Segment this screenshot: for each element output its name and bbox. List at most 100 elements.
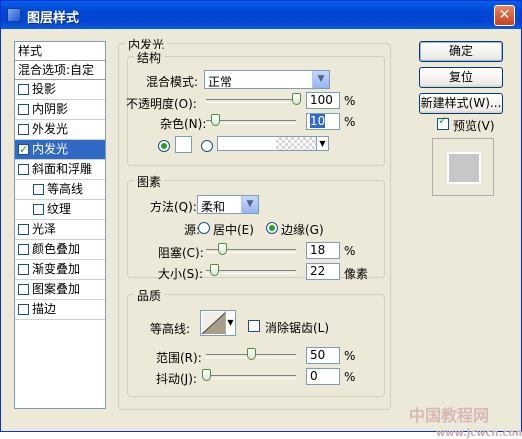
blending-options-item[interactable]: 混合选项:自定 — [15, 61, 105, 80]
style-item[interactable]: 投影 — [15, 80, 105, 100]
style-item[interactable]: 渐变叠加 — [15, 260, 105, 280]
size-slider[interactable] — [206, 264, 296, 278]
jitter-slider[interactable] — [202, 369, 296, 383]
style-item[interactable]: 内阴影 — [15, 100, 105, 120]
app-icon — [7, 8, 21, 22]
style-item[interactable]: 内发光 — [15, 140, 105, 160]
gradient-radio[interactable] — [201, 140, 213, 152]
style-item[interactable]: 等高线 — [15, 180, 105, 200]
range-unit: % — [344, 349, 356, 363]
range-label: 范围(R): — [156, 351, 202, 365]
style-item[interactable]: 图案叠加 — [15, 280, 105, 300]
size-slider-thumb[interactable] — [210, 264, 220, 276]
new-style-button[interactable]: 新建样式(W)... — [419, 93, 503, 114]
style-checkbox[interactable] — [18, 104, 29, 115]
jitter-unit: % — [344, 370, 356, 384]
noise-input[interactable]: 10 — [306, 113, 340, 130]
ok-button[interactable]: 确定 — [419, 41, 503, 62]
noise-label: 杂色(N): — [160, 117, 207, 131]
method-select[interactable]: 柔和 ▼ — [197, 195, 259, 214]
style-item[interactable]: 光泽 — [15, 220, 105, 240]
style-item[interactable]: 颜色叠加 — [15, 240, 105, 260]
choke-input[interactable]: 18 — [306, 242, 340, 259]
style-checkbox[interactable] — [18, 244, 29, 255]
preview-swatch — [447, 152, 481, 184]
choke-unit: % — [344, 244, 356, 258]
style-checkbox[interactable] — [18, 224, 29, 235]
range-slider[interactable] — [206, 348, 296, 362]
style-checkbox[interactable] — [18, 140, 29, 159]
styles-header[interactable]: 样式 — [15, 42, 105, 61]
chevron-down-icon[interactable]: ▼ — [316, 137, 328, 150]
anti-alias-checkbox[interactable] — [248, 320, 260, 332]
chevron-down-icon: ▼ — [241, 196, 258, 213]
opacity-input[interactable]: 100 — [306, 92, 340, 109]
source-center-radio[interactable] — [198, 222, 210, 234]
style-checkbox[interactable] — [18, 124, 29, 135]
blend-mode-label: 混合模式: — [146, 75, 199, 89]
source-edge-label[interactable]: 边缘(G) — [281, 221, 324, 238]
styles-list: 样式 混合选项:自定 投影内阴影外发光内发光斜面和浮雕等高线纹理光泽颜色叠加渐变… — [14, 41, 106, 409]
structure-title: 结构 — [134, 49, 165, 66]
style-checkbox[interactable] — [18, 84, 29, 95]
style-preview — [432, 138, 494, 196]
style-item[interactable]: 斜面和浮雕 — [15, 160, 105, 180]
size-input[interactable]: 22 — [306, 263, 340, 280]
style-checkbox[interactable] — [33, 184, 44, 195]
preview-label[interactable]: 预览(V) — [453, 117, 495, 134]
size-label: 大小(S): — [158, 267, 204, 281]
choke-label: 阻塞(C): — [158, 246, 204, 260]
glow-color-swatch[interactable] — [175, 136, 192, 153]
preview-checkbox[interactable] — [437, 114, 449, 130]
gradient-picker[interactable]: ▼ — [217, 136, 329, 151]
style-checkbox[interactable] — [18, 264, 29, 275]
range-slider-thumb[interactable] — [247, 348, 256, 360]
style-item-label: 渐变叠加 — [32, 262, 81, 276]
choke-slider-thumb[interactable] — [218, 243, 228, 255]
close-button[interactable]: ✕ — [494, 5, 515, 26]
source-center-label[interactable]: 居中(E) — [213, 221, 254, 238]
contour-picker[interactable]: ▼ — [200, 310, 236, 336]
blend-mode-select[interactable]: 正常 ▼ — [204, 70, 330, 89]
style-item-label: 图案叠加 — [32, 282, 81, 296]
style-checkbox[interactable] — [18, 284, 29, 295]
style-item-label: 颜色叠加 — [32, 242, 81, 256]
range-input[interactable]: 50 — [306, 347, 340, 364]
anti-alias-label[interactable]: 消除锯齿(L) — [265, 319, 329, 336]
jitter-input[interactable]: 0 — [306, 368, 340, 385]
style-checkbox[interactable] — [18, 304, 29, 315]
blend-mode-value: 正常 — [208, 75, 233, 89]
opacity-label: 不透明度(O): — [126, 97, 197, 111]
structure-group: 结构 混合模式: 正常 ▼ 不透明度(O): 100 % 杂色(N): 10 %… — [126, 49, 385, 166]
dialog-body: 样式 混合选项:自定 投影内阴影外发光内发光斜面和浮雕等高线纹理光泽颜色叠加渐变… — [4, 30, 522, 439]
style-item[interactable]: 外发光 — [15, 120, 105, 140]
noise-slider-thumb[interactable] — [211, 114, 220, 126]
style-item-label: 内发光 — [32, 142, 69, 156]
contour-linear-icon — [201, 311, 227, 335]
opacity-unit: % — [344, 94, 356, 108]
title-bar[interactable]: 图层样式 ✕ — [1, 1, 521, 29]
opacity-slider-thumb[interactable] — [292, 93, 301, 105]
chevron-down-icon: ▼ — [312, 71, 329, 88]
style-item-label: 描边 — [32, 302, 57, 316]
style-checkbox[interactable] — [18, 164, 29, 175]
noise-slider[interactable] — [206, 114, 296, 128]
method-value: 柔和 — [201, 200, 226, 214]
watermark-text: 中国教程网 — [409, 406, 490, 425]
source-edge-radio[interactable] — [266, 222, 278, 234]
style-item-label: 纹理 — [47, 202, 72, 216]
style-item-label: 光泽 — [32, 222, 57, 236]
reset-button[interactable]: 复位 — [419, 67, 503, 88]
quality-title: 品质 — [134, 287, 165, 304]
opacity-slider[interactable] — [206, 93, 301, 107]
style-checkbox[interactable] — [33, 204, 44, 215]
style-item[interactable]: 描边 — [15, 300, 105, 320]
chevron-down-icon[interactable]: ▼ — [225, 311, 235, 335]
choke-slider[interactable] — [206, 243, 296, 257]
style-item-label: 等高线 — [47, 182, 84, 196]
style-item[interactable]: 纹理 — [15, 200, 105, 220]
solid-color-radio[interactable] — [158, 140, 170, 152]
checkerboard-pattern — [276, 137, 316, 150]
style-item-label: 外发光 — [32, 122, 69, 136]
jitter-slider-thumb[interactable] — [202, 369, 211, 381]
